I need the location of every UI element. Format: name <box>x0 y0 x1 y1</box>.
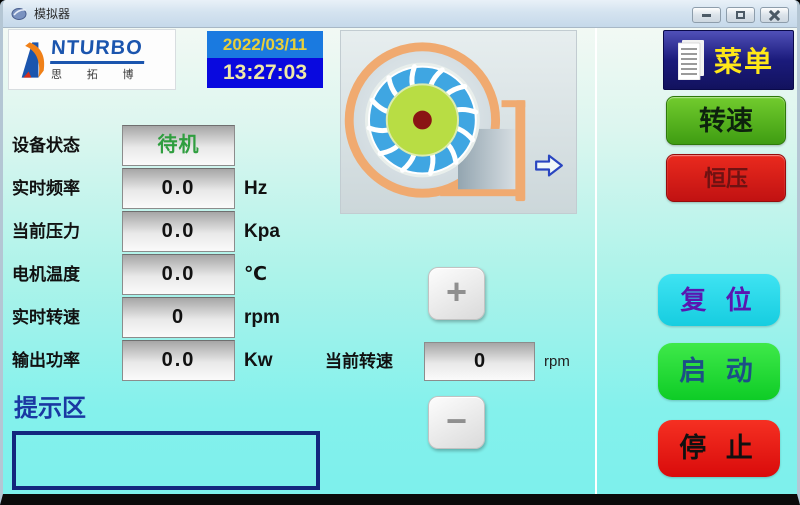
prompt-message-box <box>12 431 320 490</box>
pressure-unit: Kpa <box>244 211 304 252</box>
vertical-divider <box>595 28 597 494</box>
output-power-unit: Kw <box>244 340 304 381</box>
flow-arrow-icon <box>536 156 562 176</box>
row-label-device-status: 设备状态 <box>12 125 122 166</box>
blower-panel <box>340 30 577 214</box>
pressure-mode-button[interactable]: 恒压 <box>666 154 786 202</box>
simulator-window: 模拟器 NTURBO 思 拓 博 2022/03/11 13:27:03 <box>0 0 800 505</box>
window-title: 模拟器 <box>34 5 70 22</box>
app-icon <box>11 6 28 21</box>
row-unit-device-status <box>244 125 304 166</box>
logo-a-icon <box>19 40 49 80</box>
prompt-area-label: 提示区 <box>14 388 86 423</box>
row-label-pressure: 当前压力 <box>12 211 122 252</box>
titlebar: 模拟器 <box>3 0 797 28</box>
minimize-button[interactable] <box>692 7 721 23</box>
close-button[interactable] <box>760 7 789 23</box>
output-power-value: 0.0 <box>122 340 235 381</box>
setpoint-speed-value: 0 <box>424 342 535 381</box>
brand-name: NTURBO <box>50 37 145 64</box>
increase-speed-button[interactable]: + <box>428 267 485 320</box>
pressure-value: 0.0 <box>122 211 235 252</box>
actual-speed-value: 0 <box>122 297 235 338</box>
row-label-motor-temp: 电机温度 <box>12 254 122 295</box>
actual-speed-unit: rpm <box>244 297 304 338</box>
date-display: 2022/03/11 <box>207 31 323 58</box>
motor-temp-unit: ℃ <box>244 254 304 295</box>
motor-temp-value: 0.0 <box>122 254 235 295</box>
minimize-icon <box>702 14 711 17</box>
stop-button[interactable]: 停 止 <box>658 420 780 477</box>
menu-document-icon <box>678 40 704 80</box>
setpoint-speed-unit: rpm <box>544 342 570 381</box>
maximize-button[interactable] <box>726 7 755 23</box>
brand-subtitle: 思 拓 博 <box>51 66 145 82</box>
blower-illustration <box>341 31 576 213</box>
frequency-value: 0.0 <box>122 168 235 209</box>
menu-button-label: 菜单 <box>714 40 774 80</box>
menu-button[interactable]: 菜单 <box>663 30 794 90</box>
device-status-value: 待机 <box>122 125 235 166</box>
row-label-output-power: 输出功率 <box>12 340 122 381</box>
row-label-actual-speed: 实时转速 <box>12 297 122 338</box>
decrease-speed-button[interactable]: − <box>428 396 485 449</box>
reset-button[interactable]: 复 位 <box>658 274 780 326</box>
maximize-icon <box>736 11 745 19</box>
brand-logo: NTURBO 思 拓 博 <box>8 29 176 90</box>
speed-mode-button[interactable]: 转速 <box>666 96 786 145</box>
row-label-frequency: 实时频率 <box>12 168 122 209</box>
outlet-flange <box>515 100 525 201</box>
time-display: 13:27:03 <box>207 58 323 88</box>
hmi-screen: NTURBO 思 拓 博 2022/03/11 13:27:03 <box>3 28 797 494</box>
shaft-center <box>413 111 432 130</box>
frequency-unit: Hz <box>244 168 304 209</box>
window-controls <box>692 7 789 23</box>
close-icon <box>769 10 780 21</box>
setpoint-speed-label: 当前转速 <box>325 342 393 381</box>
start-button[interactable]: 启 动 <box>658 343 780 400</box>
